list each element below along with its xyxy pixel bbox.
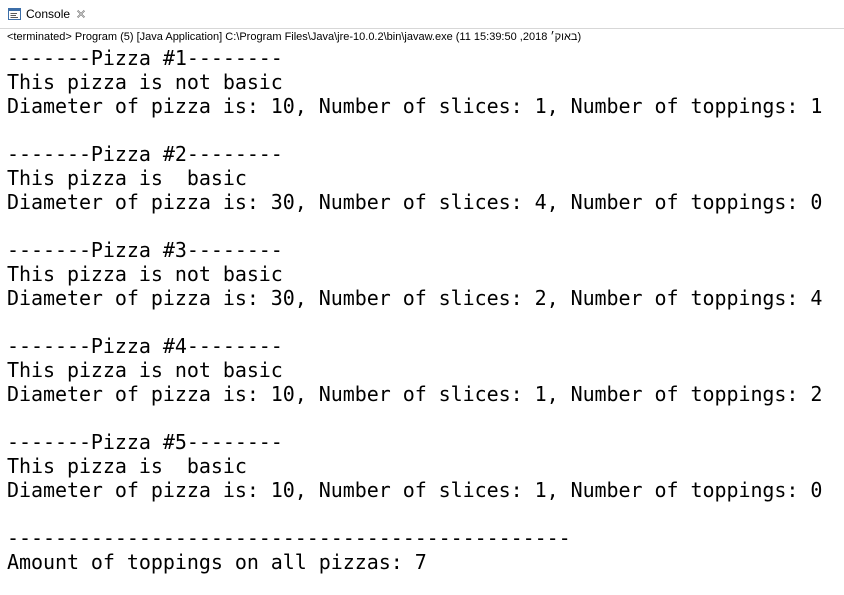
console-output-line: Diameter of pizza is: 10, Number of slic… [7,478,823,502]
console-output-line: Diameter of pizza is: 30, Number of slic… [7,190,823,214]
console-output-line: -------Pizza #4-------- [7,334,283,358]
tab-console[interactable]: Console [0,0,100,28]
console-output-line: Diameter of pizza is: 10, Number of slic… [7,94,823,118]
console-output-line: Amount of toppings on all pizzas: 7 [7,550,427,574]
console-output-line: -------Pizza #3-------- [7,238,283,262]
console-output[interactable]: -------Pizza #1-------- This pizza is not… [7,46,843,574]
console-output-line: -------Pizza #5-------- [7,430,283,454]
tab-console-label: Console [26,7,71,21]
console-output-line: Diameter of pizza is: 10, Number of slic… [7,382,823,406]
console-output-line: -------Pizza #2-------- [7,142,283,166]
console-output-line: This pizza is basic [7,454,247,478]
console-output-line: This pizza is basic [7,166,247,190]
console-output-line: ----------------------------------------… [7,526,571,550]
view-tab-bar: Console [0,0,844,29]
tab-divider [0,28,844,29]
console-window: Console <terminated> Program (5) [Java A… [0,0,844,595]
console-output-line: Diameter of pizza is: 30, Number of slic… [7,286,823,310]
close-icon[interactable] [76,9,86,19]
process-status-line: <terminated> Program (5) [Java Applicati… [7,31,582,43]
console-output-line: This pizza is not basic [7,70,283,94]
console-output-line: This pizza is not basic [7,262,283,286]
console-output-line: This pizza is not basic [7,358,283,382]
console-icon [8,8,21,20]
console-output-line: -------Pizza #1-------- [7,46,283,70]
